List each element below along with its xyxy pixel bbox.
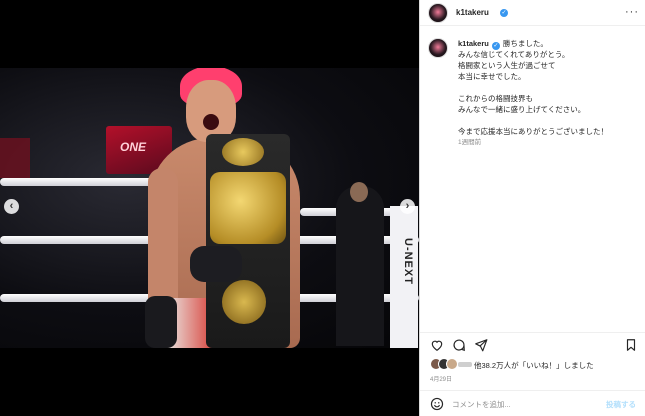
- more-icon[interactable]: ···: [625, 6, 639, 18]
- post-date: 4月29日: [430, 377, 453, 383]
- post-header: k1takeru ✓ ···: [420, 0, 645, 26]
- emoji-icon[interactable]: [430, 397, 444, 411]
- comment-icon[interactable]: [452, 338, 466, 352]
- post-modal: ONE U-NEXT ‹ › k1takeru ✓ ··· k1takeru ✓…: [0, 0, 645, 416]
- caption-line-3: 本当に幸せでした。: [458, 72, 526, 81]
- caption-line-5: これからの格闘技界も: [458, 94, 533, 103]
- caption: k1takeru ✓ 勝ちました。 みんな信じてくれてありがとう。 格闘家という人生…: [458, 38, 638, 137]
- caption-line-6: みんなで一緒に盛り上げてください。: [458, 105, 586, 114]
- belt-center-plate: [210, 172, 286, 244]
- belt-bottom-plate: [222, 280, 266, 324]
- verified-icon: ✓: [491, 42, 500, 50]
- fighter-head: [186, 80, 236, 142]
- fighter-glove-left: [145, 296, 177, 348]
- caption-meta: 1週間前: [458, 139, 482, 146]
- header-username[interactable]: k1takeru: [456, 8, 489, 17]
- liker-name-blurred: [458, 362, 472, 367]
- ring-rope-top: [0, 178, 170, 186]
- caption-line-1: みんな信じてくれてありがとう。: [458, 50, 570, 59]
- arena-screen-text: ONE: [120, 140, 147, 154]
- media-panel: ONE U-NEXT ‹ ›: [0, 0, 419, 416]
- action-bar: [420, 332, 645, 352]
- post-details-panel: k1takeru ✓ ··· k1takeru ✓ 勝ちました。 みんな信じてくれて…: [419, 0, 645, 416]
- heart-icon[interactable]: [430, 338, 444, 352]
- comment-bar: 投稿する: [420, 390, 645, 416]
- arena-screen-left: [0, 138, 30, 178]
- likes-row[interactable]: 他38.2万人が「いいね！」しました: [430, 358, 640, 372]
- likes-count: 他38.2万人が「いいね！」しました: [474, 361, 594, 370]
- verified-icon: ✓: [500, 9, 508, 17]
- ring-post-text: U-NEXT: [402, 238, 414, 285]
- chevron-left-icon[interactable]: ‹: [4, 199, 19, 214]
- comment-input[interactable]: [452, 397, 592, 411]
- liker-avatar: [446, 358, 458, 370]
- caption-line-8: 今まで応援本当にありがとうございました！: [458, 127, 608, 136]
- post-photo[interactable]: ONE U-NEXT: [0, 68, 419, 348]
- avatar[interactable]: [428, 3, 448, 23]
- fighter-glove-right: [190, 246, 242, 282]
- referee-head: [350, 182, 368, 202]
- belt-top-plate: [222, 138, 264, 166]
- share-icon[interactable]: [474, 338, 488, 352]
- fighter-mouth: [203, 114, 219, 130]
- caption-line-2: 格闘家という人生が過ごせて: [458, 61, 556, 70]
- referee: [336, 186, 384, 346]
- caption-username[interactable]: k1takeru: [458, 39, 489, 48]
- post-comment-button[interactable]: 投稿する: [606, 399, 636, 410]
- caption-line-0: 勝ちました。: [502, 39, 548, 48]
- caption-avatar[interactable]: [428, 38, 448, 58]
- chevron-right-icon[interactable]: ›: [400, 199, 415, 214]
- bookmark-icon[interactable]: [624, 338, 638, 352]
